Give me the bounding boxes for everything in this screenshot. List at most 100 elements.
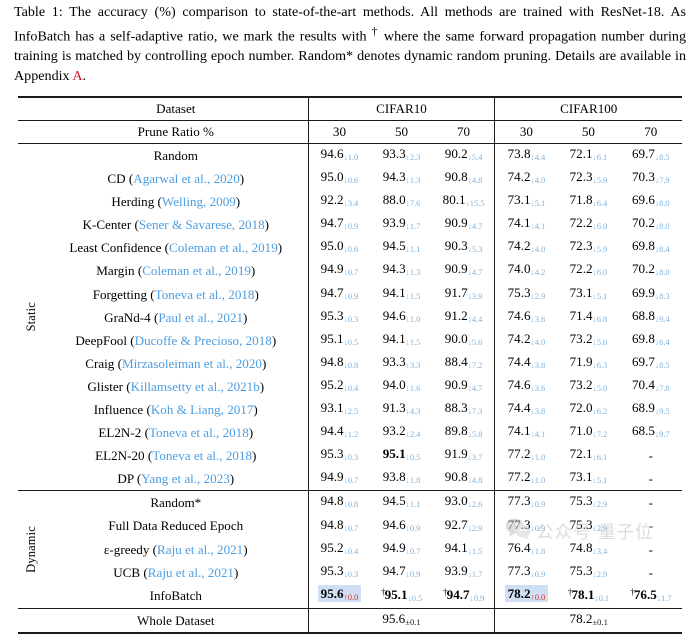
value-number: 72.3 [569,238,593,254]
value-number: 90.9 [444,261,468,277]
citation-link[interactable]: Raju et al., 2021 [148,565,234,580]
citation-link[interactable]: Mirzasoleiman et al., 2020 [122,356,262,371]
value-cell: 94.1↓1.5 [370,283,432,306]
value-cell: - [619,490,682,515]
value-cell: 71.4↓6.8 [557,306,619,329]
citation-link[interactable]: Koh & Liang, 2017 [151,402,254,417]
citation-link[interactable]: Sener & Savarese, 2018 [139,217,265,232]
delta-down-subscript: ↓6.8 [592,313,608,324]
citation-link[interactable]: Agarwal et al., 2020 [133,171,240,186]
value-cell: 94.5↓1.1 [370,236,432,259]
infobatch-name-cell: InfoBatch [44,584,308,609]
value-number: 68.8 [632,307,655,323]
method-name-cell: EL2N-20 (Toneva et al., 2018) [95,448,257,464]
value-cell: 70.3↓7.9 [620,167,682,190]
value: 93.3↓3.3 [383,354,421,370]
citation-link[interactable]: Coleman et al., 2019 [169,240,278,255]
value-cell: 76.4↓1.8 [494,537,558,561]
prune-ratio-value: 70 [432,120,495,144]
value-cell: 74.2↓4.0 [494,236,558,260]
citation-link[interactable]: Yang et al., 2023 [141,471,230,486]
delta-down-subscript: ↓1.8 [405,475,421,486]
table-row: Margin (Coleman et al., 2019) 94.9↓0.7 94.… [18,259,682,283]
delta-down-subscript: ↓4.1 [530,429,546,440]
value-number: 94.8 [320,493,344,509]
value: 94.8↓0.8 [320,493,359,510]
value: 74.4↓3.8 [508,354,546,370]
value-number: 73.1 [569,284,593,300]
value: 91.7↓3.9 [445,285,483,301]
method-name: Forgetting [92,286,148,302]
value-number: 90.2 [444,146,468,161]
value-cell: 74.1↓4.1 [494,213,558,237]
value-number: 69.7 [632,353,655,369]
value-cell: 70.2↓8.0 [620,213,682,236]
value-cell: 72.1↓6.1 [557,143,620,168]
value-number: 78.2 [569,611,593,627]
value: 68.8↓9.4 [632,307,670,324]
value-cell: 73.1↓5.1 [494,190,558,214]
value-cell: - [620,444,682,467]
citation-link[interactable]: Raju et al., 2021 [157,542,243,557]
value-cell: 90.8↓4.8 [433,167,495,190]
delta-down-subscript: ↓1.3 [405,174,421,185]
citation-link[interactable]: Welling, 2009 [162,194,236,209]
method-name-cell: ε-greedy (Raju et al., 2021) [103,541,248,557]
empty-value: - [648,448,653,464]
value: 90.0↓5.6 [445,331,483,347]
value-number: 74.6 [507,376,531,392]
value-cell: 73.2↓5.0 [557,375,619,398]
method-name: UCB [113,564,141,580]
delta-down-subscript: ↓5.4 [467,151,483,162]
value-number: 95.0 [320,238,344,254]
citation-link[interactable]: Toneva et al., 2018 [155,287,255,302]
citation-link[interactable]: Ducoffe & Precioso, 2018 [135,333,272,348]
side-spacer [18,608,44,634]
value: 95.3↓0.3 [321,308,359,324]
delta-down-subscript: ↓0.7 [343,522,359,533]
value-cell: 94.7↓0.9 [307,213,371,237]
value-number: 71.4 [569,307,593,323]
value-cell: 94.8↓0.8 [307,351,371,375]
value: 71.8↓6.4 [569,192,608,208]
citation-link[interactable]: Killamsetty et al., 2021b [131,379,260,394]
value-cell: 72.1↓6.1 [557,444,619,467]
citation-link[interactable]: Toneva et al., 2018 [149,425,249,440]
whole-dataset-cifar100-value: 78.2±0.1 [494,608,682,634]
caption-label: Table 1: [14,4,63,20]
value-number: 95.1 [320,330,344,346]
value: 74.4↓3.8 [508,400,546,416]
delta-down-subscript: ↓8.0 [654,221,670,232]
table-row: Dynamic Random* 94.8↓0.8 94.5↓1.1 93.0↓2.6 77… [18,490,682,609]
value-cell: 95.6↑0.0 [307,583,371,609]
value: 75.3↓2.9 [570,493,608,509]
delta-down-subscript: ↓6.3 [592,359,608,370]
delta-down-subscript: ↓8.3 [654,290,670,301]
empty-value: - [648,495,653,511]
value-number: 93.9 [382,215,406,231]
citation-link[interactable]: Paul et al., 2021 [158,310,243,325]
value: †95.1↓0.5 [381,587,422,603]
appendix-link[interactable]: A [72,68,82,84]
value-number: 94.6 [382,516,406,532]
value-number: 68.5 [632,423,655,439]
citation-link[interactable]: Toneva et al., 2018 [152,448,252,463]
value: 94.4↓1.2 [321,423,359,439]
value-cell: 95.3↓0.3 [307,305,371,329]
delta-down-subscript: ↓4.7 [467,221,483,232]
delta-down-subscript: ↓0.8 [343,499,359,510]
value: 72.2↓6.0 [570,261,608,277]
value: 95.2↓0.4 [321,377,359,393]
value: 75.3↓2.9 [570,563,608,579]
citation-link[interactable]: Coleman et al., 2019 [142,263,251,278]
value-number: 75.3 [507,284,531,300]
value-cell: 77.3↓0.9 [494,514,558,538]
delta-down-subscript: ↓1.6 [405,382,421,393]
table-row: Least Confidence (Coleman et al., 2019) 9… [18,236,682,260]
value-cell: 94.3↓1.3 [370,167,432,190]
delta-down-subscript: ↓0.9 [530,499,546,510]
value: 94.0↓1.6 [383,377,421,393]
value-number: 71.8 [569,192,593,208]
table-caption: Table 1: The accuracy (%) comparison to … [14,3,686,86]
table-row: DP (Yang et al., 2023) 94.9↓0.7 93.8↓1.8 90… [18,467,682,491]
